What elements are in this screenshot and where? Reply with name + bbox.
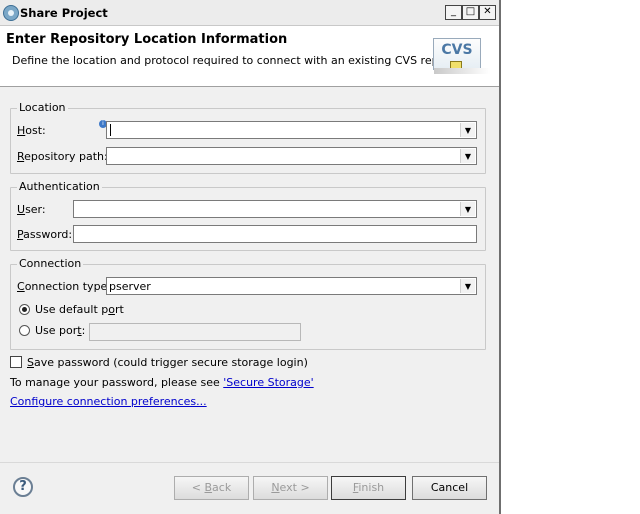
page-title: Enter Repository Location Information [6, 32, 288, 47]
port-field[interactable] [89, 323, 301, 341]
use-port-label[interactable]: Use port: [35, 324, 85, 337]
button-bar-separator [0, 462, 499, 463]
user-combo[interactable]: ▼ [73, 200, 477, 218]
user-label: User: [17, 203, 46, 216]
configure-connection-preferences-link[interactable]: Configure connection preferences... [10, 395, 207, 408]
repository-path-combo[interactable]: ▼ [106, 147, 477, 165]
dropdown-arrow-icon[interactable]: ▼ [460, 123, 475, 137]
connection-type-combo[interactable]: pserver ▼ [106, 277, 477, 295]
share-project-icon [3, 5, 19, 21]
wizard-header: Enter Repository Location Information De… [0, 26, 499, 87]
save-password-checkbox[interactable] [10, 356, 22, 368]
window-edge [499, 0, 501, 514]
title-bar: Share Project _ □ ✕ [0, 0, 499, 26]
save-password-label[interactable]: Save password (could trigger secure stor… [27, 356, 308, 369]
dropdown-arrow-icon[interactable]: ▼ [460, 149, 475, 163]
secure-storage-link[interactable]: 'Secure Storage' [223, 376, 313, 389]
connection-type-value: pserver [109, 280, 151, 293]
password-label: Password: [17, 228, 73, 241]
host-combo[interactable]: ▼ [106, 121, 477, 139]
text-caret [110, 124, 111, 136]
dropdown-arrow-icon[interactable]: ▼ [460, 202, 475, 216]
share-project-dialog: Share Project _ □ ✕ Enter Repository Loc… [0, 0, 500, 514]
host-label: Host: [17, 124, 46, 137]
maximize-button[interactable]: □ [462, 5, 479, 20]
close-button[interactable]: ✕ [479, 5, 496, 20]
cvs-logo-icon: CVS [433, 38, 481, 71]
next-button[interactable]: Next > [253, 476, 328, 500]
use-port-radio[interactable] [19, 325, 30, 336]
back-button[interactable]: < Back [174, 476, 249, 500]
logo-shadow [434, 68, 490, 74]
page-description: Define the location and protocol require… [12, 54, 479, 67]
finish-button[interactable]: Finish [331, 476, 406, 500]
use-default-port-radio[interactable] [19, 304, 30, 315]
minimize-button[interactable]: _ [445, 5, 462, 20]
repository-path-label: Repository path: [17, 150, 108, 163]
password-field[interactable] [73, 225, 477, 243]
connection-group-label: Connection [17, 257, 84, 270]
window-title: Share Project [20, 6, 108, 20]
dropdown-arrow-icon[interactable]: ▼ [460, 279, 475, 293]
connection-type-label: Connection type: [17, 280, 112, 293]
help-icon[interactable]: ? [13, 477, 33, 497]
authentication-group-label: Authentication [17, 180, 102, 193]
use-default-port-label[interactable]: Use default port [35, 303, 124, 316]
secure-storage-text: To manage your password, please see 'Sec… [10, 376, 314, 389]
location-group-label: Location [17, 101, 68, 114]
cancel-button[interactable]: Cancel [412, 476, 487, 500]
